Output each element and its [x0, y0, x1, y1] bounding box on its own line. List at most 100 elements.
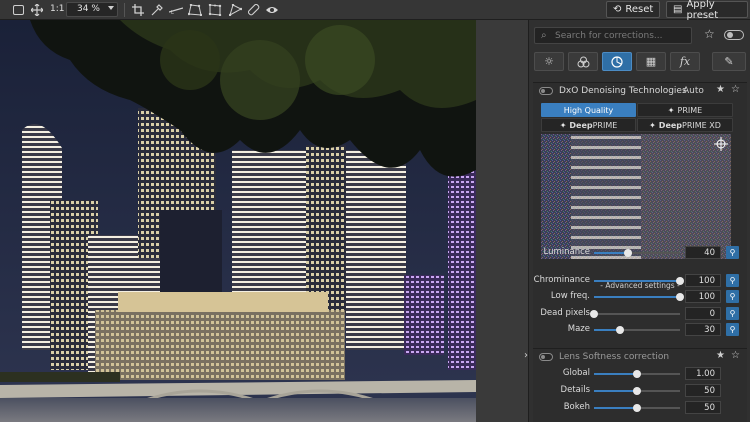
slider-value[interactable]: 0	[685, 307, 721, 320]
slider-handle[interactable]	[676, 293, 684, 301]
mode-deepprime-rest: PRIME	[592, 120, 618, 130]
slider-value[interactable]: 100	[685, 274, 721, 287]
slider-bokeh[interactable]: Bokeh 50	[533, 401, 747, 415]
slider-handle[interactable]	[633, 387, 641, 395]
image-viewer[interactable]	[0, 20, 476, 422]
slider-handle[interactable]	[615, 326, 624, 334]
reset-button[interactable]: ⟲ Reset	[606, 1, 660, 18]
star-outline-icon[interactable]: ☆	[731, 350, 740, 361]
slider-value[interactable]: 40	[685, 246, 721, 259]
lens-softness-enable-toggle[interactable]	[539, 353, 553, 361]
apply-preset-button[interactable]: ▤ Apply preset	[666, 0, 748, 21]
top-toolbar: 1:1 34 % L ⟲ Reset ▤ Apply preset	[0, 0, 750, 21]
slider-fill	[594, 390, 637, 392]
slider-track[interactable]	[594, 370, 680, 378]
lens-softness-header[interactable]: Lens Softness correction ★ ☆	[533, 349, 747, 365]
horizon-icon[interactable]: L	[168, 2, 184, 18]
pin-icon[interactable]: ⚲	[726, 246, 739, 259]
slider-track[interactable]	[594, 277, 684, 285]
sparkle-icon: ✦	[649, 120, 656, 130]
mode-prime[interactable]: ✦ PRIME	[637, 103, 733, 117]
slider-luminance[interactable]: Luminance 40 ⚲	[533, 246, 747, 260]
slider-value[interactable]: 30	[685, 323, 721, 336]
toolbar-divider	[124, 3, 125, 17]
mode-prime-label: PRIME	[677, 105, 703, 115]
favorites-star-icon[interactable]: ☆	[704, 27, 715, 41]
chevron-down-icon	[108, 6, 114, 10]
slider-dead-pixels[interactable]: Dead pixels 0 ⚲	[533, 307, 747, 321]
slider-handle[interactable]	[590, 310, 598, 318]
color-circles-icon	[577, 56, 589, 67]
mode-high-quality[interactable]: High Quality	[541, 103, 636, 117]
slider-label: Luminance	[543, 247, 590, 257]
slider-global[interactable]: Global 1.00	[533, 367, 747, 381]
slider-track[interactable]	[594, 293, 684, 301]
slider-maze[interactable]: Maze 30 ⚲	[533, 323, 747, 337]
slider-label: Global	[562, 368, 590, 378]
auto-button[interactable]: Auto	[683, 86, 704, 96]
undo-icon: ⟲	[613, 4, 622, 15]
denoising-header[interactable]: DxO Denoising Technologies Auto ★ ☆	[533, 83, 747, 99]
slider-track[interactable]	[594, 404, 680, 412]
preset-icon: ▤	[673, 4, 683, 15]
slider-value[interactable]: 1.00	[685, 367, 721, 380]
tab-detail[interactable]	[602, 52, 632, 71]
pen-edit-icon: ✎	[724, 55, 734, 68]
slider-details[interactable]: Details 50	[533, 384, 747, 398]
reset-label: Reset	[625, 4, 654, 15]
slider-fill	[594, 407, 637, 409]
zoom-select[interactable]: 34 %	[66, 2, 118, 17]
slider-handle[interactable]	[633, 404, 641, 412]
apply-preset-label: Apply preset	[686, 0, 719, 21]
slider-low-freq[interactable]: Low freq. 100 ⚲	[533, 290, 747, 304]
star-icon[interactable]: ★	[716, 350, 725, 361]
tab-effects[interactable]: fx	[670, 52, 700, 71]
sun-icon: ☼	[544, 55, 554, 68]
slider-value[interactable]: 50	[685, 384, 721, 397]
search-input[interactable]	[555, 29, 689, 42]
eye-icon[interactable]	[264, 2, 280, 18]
tab-geometry[interactable]: ▦	[636, 52, 666, 71]
crop-icon[interactable]	[130, 2, 146, 18]
pin-icon[interactable]: ⚲	[726, 307, 739, 320]
palette-tabs: ☼ ▦ fx ✎	[534, 52, 746, 71]
pin-icon[interactable]: ⚲	[726, 323, 739, 336]
slider-track[interactable]	[594, 387, 680, 395]
star-outline-icon[interactable]: ☆	[731, 84, 740, 95]
denoising-enable-toggle[interactable]	[539, 87, 553, 95]
fx-icon: fx	[679, 55, 691, 68]
zoom-1to1-button[interactable]: 1:1	[50, 4, 64, 14]
slider-label: Dead pixels	[540, 308, 590, 318]
crop-mode-icon[interactable]	[10, 2, 26, 18]
eyedropper-icon[interactable]	[149, 2, 165, 18]
tab-edit[interactable]: ✎	[712, 52, 746, 71]
slider-value[interactable]: 100	[685, 290, 721, 303]
slider-value[interactable]: 50	[685, 401, 721, 414]
local-adjust-icon[interactable]	[227, 2, 243, 18]
perspective-icon[interactable]	[187, 2, 203, 18]
corrections-panel: ⌕ ☆ ☼ ▦ fx ✎ DxO Denoising Technologies …	[528, 20, 750, 422]
perspective-8pt-icon[interactable]	[207, 2, 223, 18]
mode-deepprime[interactable]: ✦ Deep PRIME	[541, 118, 636, 132]
slider-handle[interactable]	[624, 249, 633, 257]
slider-handle[interactable]	[676, 277, 684, 285]
tab-color[interactable]	[568, 52, 598, 71]
star-icon[interactable]: ★	[716, 84, 725, 95]
slider-chrominance[interactable]: Chrominance 100 ⚲	[533, 274, 747, 288]
move-icon[interactable]	[29, 2, 45, 18]
slider-fill	[594, 296, 680, 298]
slider-fill	[594, 373, 637, 375]
tab-light[interactable]: ☼	[534, 52, 564, 71]
repair-icon[interactable]	[246, 2, 262, 18]
denoise-preview-loupe[interactable]	[541, 134, 731, 259]
slider-track[interactable]	[590, 310, 680, 318]
zoom-value: 34 %	[77, 4, 100, 14]
slider-track[interactable]	[594, 249, 680, 257]
pin-icon[interactable]: ⚲	[726, 290, 739, 303]
lens-softness-title: Lens Softness correction	[559, 352, 670, 362]
slider-track[interactable]	[594, 326, 680, 334]
panel-toggle[interactable]	[724, 30, 744, 40]
mode-deepprime-xd[interactable]: ✦ Deep PRIME XD	[637, 118, 733, 132]
slider-handle[interactable]	[633, 370, 641, 378]
pin-icon[interactable]: ⚲	[726, 274, 739, 287]
